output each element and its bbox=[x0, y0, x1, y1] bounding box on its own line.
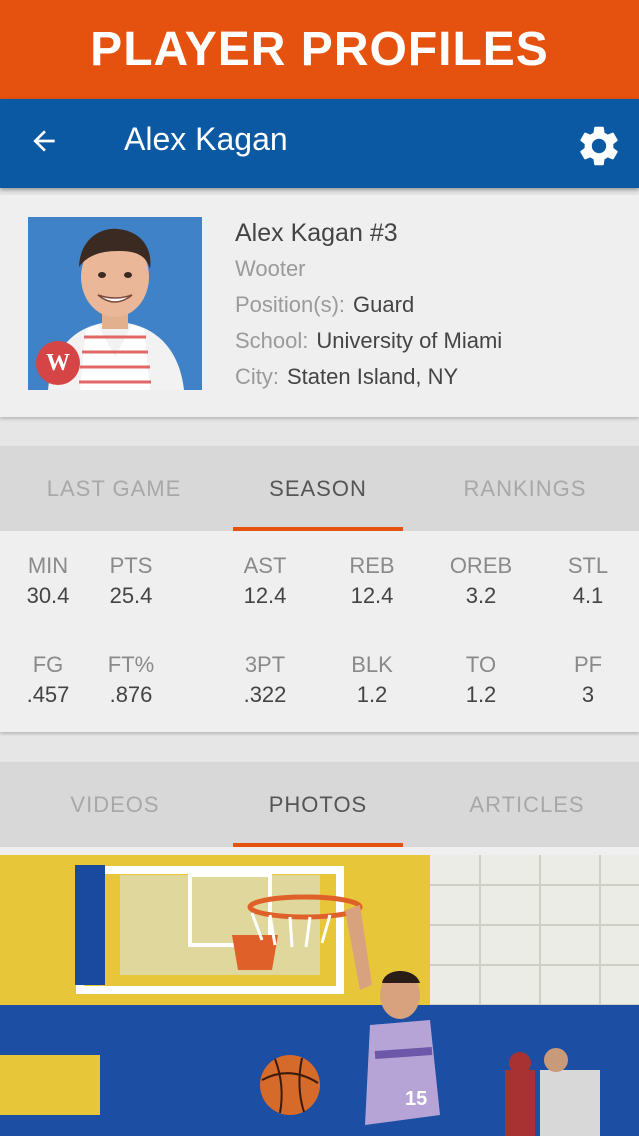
stat-value: 3 bbox=[581, 682, 595, 707]
stat-label: BLK bbox=[351, 652, 393, 677]
tab-rankings[interactable]: RANKINGS bbox=[420, 446, 630, 531]
gear-icon bbox=[580, 126, 618, 166]
stat-pf: PF 3 bbox=[538, 650, 638, 710]
stat-label: AST bbox=[243, 553, 287, 578]
player-position-row: Position(s): Guard bbox=[235, 287, 502, 323]
player-name: Alex Kagan #3 bbox=[235, 219, 398, 247]
position-label: Position(s): bbox=[235, 292, 346, 317]
arrow-back-icon bbox=[33, 130, 55, 152]
stat-value: 25.4 bbox=[109, 583, 153, 608]
stat-ft-pct: FT% .876 bbox=[81, 650, 181, 710]
stat-ast: AST 12.4 bbox=[215, 551, 315, 611]
stat-label: STL bbox=[567, 553, 609, 578]
stat-oreb: OREB 3.2 bbox=[431, 551, 531, 611]
stat-blk: BLK 1.2 bbox=[322, 650, 422, 710]
stats-card: LAST GAME SEASON RANKINGS MIN 30.4 PTS 25.4… bbox=[0, 446, 639, 732]
city-value: Staten Island, NY bbox=[287, 364, 459, 389]
stat-label: FT% bbox=[107, 652, 155, 677]
stat-value: 4.1 bbox=[572, 583, 604, 608]
stat-value: .322 bbox=[243, 682, 287, 707]
gallery-photo[interactable]: 15 bbox=[0, 855, 639, 1136]
school-label: School: bbox=[235, 328, 309, 353]
active-tab-indicator bbox=[233, 843, 403, 847]
back-button[interactable] bbox=[22, 119, 66, 163]
stat-value: 1.2 bbox=[356, 682, 388, 707]
school-value: University of Miami bbox=[316, 328, 503, 353]
stat-label: PTS bbox=[109, 553, 153, 578]
stat-to: TO 1.2 bbox=[431, 650, 531, 710]
stats-tabs: LAST GAME SEASON RANKINGS bbox=[0, 446, 639, 531]
stat-label: TO bbox=[465, 652, 497, 677]
app-bar: Alex Kagan bbox=[0, 99, 639, 188]
avatar: W bbox=[28, 217, 202, 390]
position-value: Guard bbox=[353, 292, 415, 317]
tab-photos[interactable]: PHOTOS bbox=[213, 762, 423, 847]
active-tab-indicator bbox=[233, 527, 403, 531]
player-info: Alex Kagan #3 Wooter Position(s): Guard S… bbox=[235, 215, 502, 395]
stat-label: REB bbox=[349, 553, 395, 578]
page-title: Alex Kagan bbox=[124, 121, 288, 157]
app-banner: PLAYER PROFILES bbox=[0, 0, 639, 99]
stat-value: 3.2 bbox=[465, 583, 497, 608]
tab-last-game[interactable]: LAST GAME bbox=[0, 446, 228, 531]
stat-reb: REB 12.4 bbox=[322, 551, 422, 611]
tab-videos[interactable]: VIDEOS bbox=[10, 762, 220, 847]
svg-text:15: 15 bbox=[405, 1088, 427, 1110]
media-tabs: VIDEOS PHOTOS ARTICLES bbox=[0, 762, 639, 847]
tab-season[interactable]: SEASON bbox=[213, 446, 423, 531]
stat-value: .876 bbox=[109, 682, 153, 707]
stat-value: 12.4 bbox=[243, 583, 287, 608]
player-school-row: School: University of Miami bbox=[235, 323, 502, 359]
stat-label: PF bbox=[573, 652, 603, 677]
player-team: Wooter bbox=[235, 256, 306, 281]
stat-pts: PTS 25.4 bbox=[81, 551, 181, 611]
stat-value: 1.2 bbox=[465, 682, 497, 707]
stat-value: 12.4 bbox=[350, 583, 394, 608]
stat-label: 3PT bbox=[244, 652, 286, 677]
dunk-photo: 15 bbox=[0, 855, 639, 1136]
tab-articles[interactable]: ARTICLES bbox=[422, 762, 632, 847]
banner-title: PLAYER PROFILES bbox=[90, 23, 549, 76]
profile-card: W Alex Kagan #3 Wooter Position(s): Guard… bbox=[0, 195, 639, 417]
player-city-row: City: Staten Island, NY bbox=[235, 359, 502, 395]
settings-button[interactable] bbox=[575, 122, 623, 170]
stat-stl: STL 4.1 bbox=[538, 551, 638, 611]
city-label: City: bbox=[235, 364, 279, 389]
stat-label: OREB bbox=[449, 553, 513, 578]
stat-3pt: 3PT .322 bbox=[215, 650, 315, 710]
team-logo-badge: W bbox=[36, 341, 80, 385]
